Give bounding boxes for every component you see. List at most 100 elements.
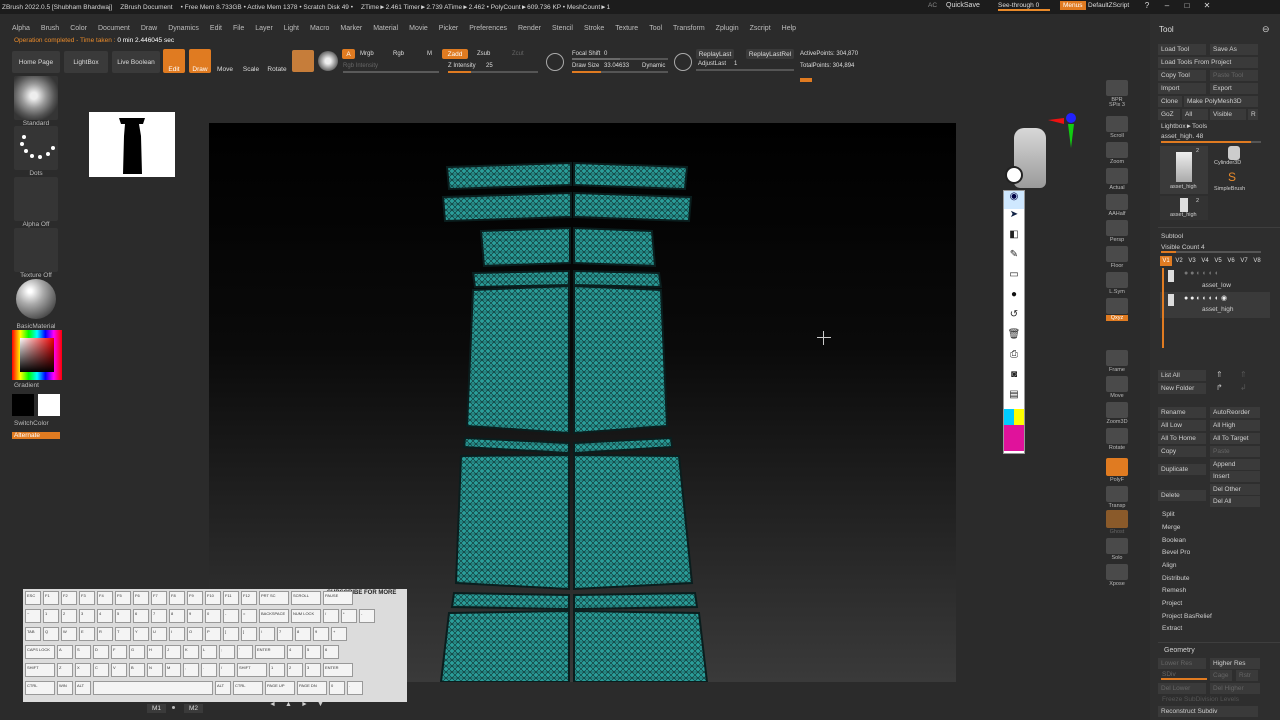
material-sphere-icon[interactable]	[16, 279, 56, 319]
move-up-icon[interactable]: ⇑	[1216, 370, 1223, 379]
zsub-toggle[interactable]: Zsub	[477, 51, 490, 57]
higher-res-button[interactable]: Higher Res	[1210, 658, 1260, 669]
keyboard-key[interactable]: 8	[295, 627, 311, 641]
sdiv-track[interactable]	[1161, 678, 1207, 680]
version-tab[interactable]: V6	[1225, 256, 1237, 266]
menu-draw[interactable]: Draw	[141, 25, 157, 32]
persp-button[interactable]: Persp	[1100, 220, 1134, 243]
keyboard-key[interactable]: J	[165, 645, 181, 659]
boolean-menu[interactable]: Boolean	[1162, 537, 1186, 544]
dots-stroke-slot[interactable]: Dots	[10, 126, 62, 177]
keyboard-key[interactable]: Y	[133, 627, 149, 641]
subtool-item-asset-low[interactable]: ● ● ◐ ◐ ◐ ◐ asset_low	[1160, 268, 1270, 292]
close-icon[interactable]: ✕	[1200, 1, 1214, 10]
transp-button[interactable]: Transp	[1100, 486, 1134, 509]
new-folder-button[interactable]: New Folder	[1158, 383, 1206, 394]
make-polymesh-button[interactable]: Make PolyMesh3D	[1184, 96, 1258, 107]
keyboard-key[interactable]: Z	[57, 663, 73, 677]
keyboard-key[interactable]: B	[129, 663, 145, 677]
keyboard-key[interactable]: .	[201, 663, 217, 677]
qxyz-button[interactable]: Qxyz	[1100, 298, 1134, 321]
keyboard-key[interactable]: 7	[151, 609, 167, 623]
current-tool-slider[interactable]: asset_high. 48	[1161, 133, 1203, 140]
keyboard-key[interactable]: NUM LOCK	[291, 609, 321, 623]
menu-file[interactable]: File	[233, 25, 244, 32]
merge-menu[interactable]: Merge	[1162, 524, 1180, 531]
ruler-icon[interactable]: ▭	[1004, 269, 1024, 289]
menu-light[interactable]: Light	[284, 25, 299, 32]
keyboard-key[interactable]: 6	[323, 645, 339, 659]
zoom3d-button[interactable]: Zoom3D	[1100, 402, 1134, 425]
keyboard-key[interactable]: N	[147, 663, 163, 677]
keyboard-key[interactable]: S	[75, 645, 91, 659]
material-swatch-icon[interactable]	[292, 50, 314, 72]
keyboard-key[interactable]: 6	[133, 609, 149, 623]
texture-slot[interactable]: Texture Off	[10, 228, 62, 279]
menu-texture[interactable]: Texture	[615, 25, 638, 32]
project-menu[interactable]: Project	[1162, 600, 1182, 607]
switch-color-button[interactable]: SwitchColor	[10, 420, 62, 427]
dots-stroke-icon[interactable]	[14, 126, 58, 170]
subtool-header[interactable]: Subtool	[1161, 233, 1183, 240]
keyboard-key[interactable]: SHIFT	[237, 663, 267, 677]
live-boolean-button[interactable]: Live Boolean	[112, 51, 160, 73]
keyboard-key[interactable]: W	[61, 627, 77, 641]
keyboard-key[interactable]: C	[93, 663, 109, 677]
maximize-icon[interactable]: □	[1180, 1, 1194, 10]
menu-preferences[interactable]: Preferences	[469, 25, 507, 32]
keyboard-key[interactable]: ,	[183, 663, 199, 677]
aahalf-button[interactable]: AAHalf	[1100, 194, 1134, 217]
remesh-menu[interactable]: Remesh	[1162, 587, 1186, 594]
focal-shift-icon[interactable]	[546, 53, 564, 71]
tool-thumb-simplebrush[interactable]: S SimpleBrush	[1210, 170, 1258, 194]
keyboard-key[interactable]: 4	[97, 609, 113, 623]
m1-button[interactable]: M1	[147, 704, 167, 713]
keyboard-key[interactable]: F3	[79, 591, 95, 605]
camera-icon[interactable]: ◙	[1004, 369, 1024, 389]
gradient-label[interactable]: Gradient	[10, 382, 62, 389]
keyboard-key[interactable]: 2	[61, 609, 77, 623]
keyboard-key[interactable]: PRT SC	[259, 591, 289, 605]
mrgb-toggle[interactable]: Mrgb	[360, 51, 374, 57]
replay-icon[interactable]	[674, 53, 692, 71]
keyboard-key[interactable]: F9	[187, 591, 203, 605]
current-tool-track[interactable]	[1161, 141, 1261, 143]
extract-menu[interactable]: Extract	[1162, 625, 1182, 632]
keyboard-key[interactable]: CAPS LOCK	[25, 645, 55, 659]
cmyk-color-icon[interactable]	[1004, 409, 1024, 425]
keyboard-key[interactable]: PAGE DN	[297, 681, 327, 695]
clipboard-icon[interactable]: ▤	[1004, 389, 1024, 409]
secondary-color-swatch[interactable]	[38, 394, 60, 416]
folder-arrow-disabled-icon[interactable]: ↲	[1240, 383, 1247, 392]
goz-visible-button[interactable]: Visible	[1210, 109, 1246, 120]
keyboard-key[interactable]: -	[359, 609, 375, 623]
edit-button[interactable]: Edit	[163, 49, 185, 73]
lsym-button[interactable]: L.Sym	[1100, 272, 1134, 295]
paste-tool-button[interactable]: Paste Tool	[1210, 70, 1258, 81]
menu-marker[interactable]: Marker	[340, 25, 362, 32]
keyboard-key[interactable]: CTRL	[233, 681, 263, 695]
delete-button[interactable]: Delete	[1158, 490, 1206, 501]
duplicate-button[interactable]: Duplicate	[1158, 464, 1206, 475]
keyboard-key[interactable]: BACKSPACE	[259, 609, 289, 623]
alternate-button[interactable]: Alternate	[12, 432, 60, 439]
keyboard-key[interactable]: F	[111, 645, 127, 659]
dynamic-toggle[interactable]: Dynamic	[642, 63, 665, 69]
zoom-button[interactable]: Zoom	[1100, 142, 1134, 165]
tool-thumb-asset-high[interactable]: 2 asset_high	[1160, 146, 1208, 194]
menu-material[interactable]: Material	[373, 25, 398, 32]
visible-count-track[interactable]	[1161, 251, 1261, 253]
rotate-view-button[interactable]: Rotate	[1100, 428, 1134, 451]
a-toggle[interactable]: A	[342, 49, 355, 59]
bevel-pro-menu[interactable]: Bevel Pro	[1162, 549, 1190, 556]
tool-thumb-cylinder[interactable]: Cylinder3D	[1210, 146, 1258, 168]
keyboard-key[interactable]: U	[151, 627, 167, 641]
light-bulb-icon[interactable]	[1005, 166, 1023, 184]
keyboard-key[interactable]: 3	[79, 609, 95, 623]
menu-render[interactable]: Render	[518, 25, 541, 32]
tool-thumb-asset-high-small[interactable]: 2 asset_high	[1160, 196, 1208, 220]
keyboard-key[interactable]: H	[147, 645, 163, 659]
adjust-last-slider[interactable]	[696, 69, 794, 71]
version-tab[interactable]: V3	[1186, 256, 1198, 266]
keyboard-key[interactable]: TAB	[25, 627, 41, 641]
